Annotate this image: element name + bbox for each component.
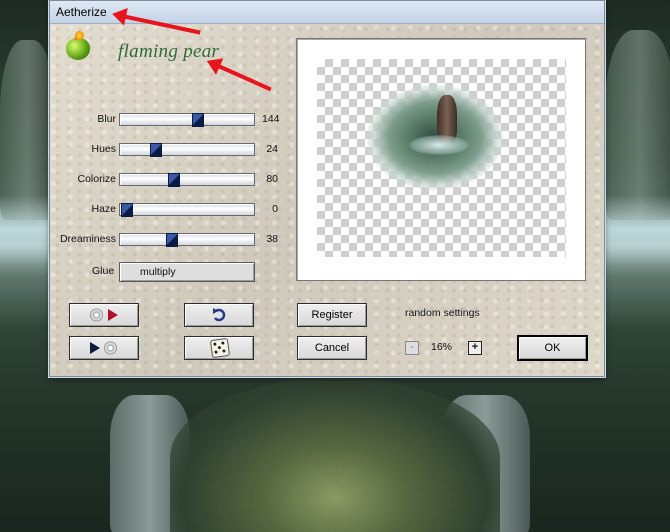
ok-button[interactable]: OK <box>517 335 588 361</box>
cliff-right <box>605 30 670 220</box>
play-red-icon <box>108 309 118 321</box>
slider-label: Haze <box>91 203 116 215</box>
undo-button[interactable] <box>184 303 254 327</box>
slider-thumb[interactable] <box>150 143 162 157</box>
glue-mode-select[interactable]: multiply <box>119 262 255 282</box>
disc-icon <box>104 341 117 355</box>
preview-splash <box>409 135 469 155</box>
slider-track[interactable] <box>119 203 255 217</box>
brand-name: flaming pear <box>118 41 220 62</box>
glue-value: multiply <box>140 266 176 278</box>
slider-track[interactable] <box>119 113 255 127</box>
flaming-pear-logo-icon <box>66 31 90 60</box>
slider-value: 24 <box>266 143 278 155</box>
slider-thumb[interactable] <box>168 173 180 187</box>
slider-hues: Hues 24 <box>50 142 290 158</box>
slider-thumb[interactable] <box>121 203 133 217</box>
cancel-label: Cancel <box>314 342 350 354</box>
load-settings-button[interactable] <box>69 303 139 327</box>
random-settings-label: random settings <box>405 307 480 319</box>
disc-icon <box>90 308 103 322</box>
ok-label: OK <box>544 342 561 354</box>
slider-blur: Blur 144 <box>50 112 290 128</box>
dice-icon <box>209 337 231 359</box>
slider-label: Colorize <box>77 173 116 185</box>
undo-icon <box>213 308 226 322</box>
slider-colorize: Colorize 80 <box>50 172 290 188</box>
slider-label: Blur <box>97 113 116 125</box>
play-dark-icon <box>90 342 100 354</box>
slider-track[interactable] <box>119 143 255 157</box>
aetherize-dialog: Aetherize flaming pear Blur 144 Hues 24 … <box>49 0 605 377</box>
slider-value: 38 <box>266 233 278 245</box>
slider-dreaminess: Dreaminess 38 <box>50 232 290 248</box>
save-settings-button[interactable] <box>69 336 139 360</box>
slider-track[interactable] <box>119 233 255 247</box>
zoom-in-button[interactable]: + <box>468 341 482 355</box>
slider-thumb[interactable] <box>192 113 204 127</box>
preview-image <box>367 85 503 190</box>
randomize-button[interactable] <box>184 336 254 360</box>
slider-haze: Haze 0 <box>50 202 290 218</box>
slider-track[interactable] <box>119 173 255 187</box>
window-title: Aetherize <box>56 5 107 19</box>
slider-value: 0 <box>272 203 278 215</box>
slider-label: Hues <box>91 143 116 155</box>
slider-label: Dreaminess <box>59 233 116 245</box>
slider-value: 80 <box>266 173 278 185</box>
transparency-checkerboard <box>317 59 566 257</box>
zoom-level: 16% <box>431 341 453 353</box>
zoom-out-button[interactable]: - <box>405 341 419 355</box>
cave-arch <box>170 378 500 532</box>
preview-pane[interactable] <box>296 38 586 281</box>
glue-label: Glue <box>92 265 115 277</box>
cancel-button[interactable]: Cancel <box>297 336 367 360</box>
register-label: Register <box>311 309 353 321</box>
slider-thumb[interactable] <box>166 233 178 247</box>
dialog-body: flaming pear Blur 144 Hues 24 Colorize 8… <box>50 24 604 376</box>
slider-value: 144 <box>262 113 280 125</box>
register-button[interactable]: Register <box>297 303 367 327</box>
cliff-left <box>0 40 55 220</box>
